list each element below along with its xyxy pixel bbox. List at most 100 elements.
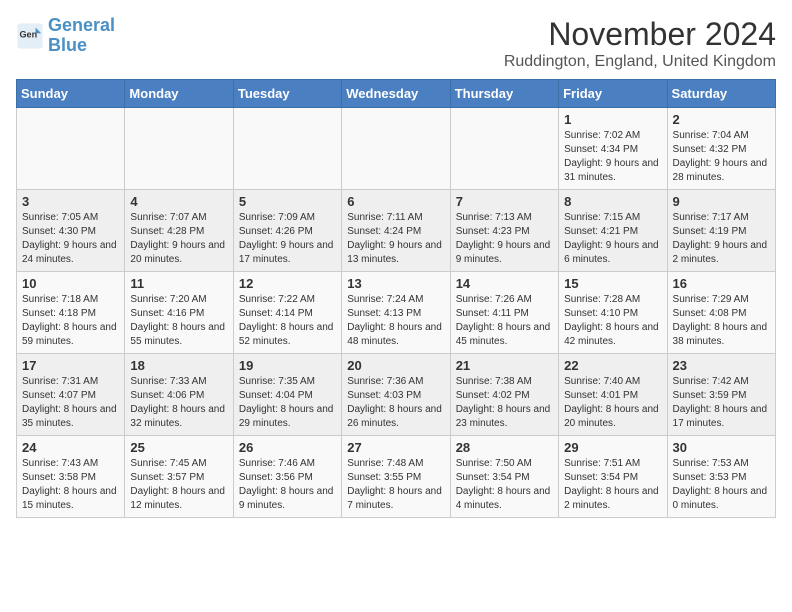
day-number: 8 xyxy=(564,194,661,209)
day-number: 21 xyxy=(456,358,553,373)
calendar-cell: 22Sunrise: 7:40 AM Sunset: 4:01 PM Dayli… xyxy=(559,354,667,436)
calendar-cell: 23 Sunrise: 7:42 AM Sunset: 3:59 PM Dayli… xyxy=(667,354,775,436)
day-number: 7 xyxy=(456,194,553,209)
cell-info: Sunrise: 7:13 AM Sunset: 4:23 PM Dayligh… xyxy=(456,211,553,267)
cell-info: Sunrise: 7:35 AM Sunset: 4:04 PM Dayligh… xyxy=(239,375,336,431)
calendar-cell: 6 Sunrise: 7:11 AM Sunset: 4:24 PM Daylig… xyxy=(342,190,450,272)
calendar-cell: 7 Sunrise: 7:13 AM Sunset: 4:23 PM Daylig… xyxy=(450,190,558,272)
cell-info: Sunrise: 7:48 AM Sunset: 3:55 PM Dayligh… xyxy=(347,457,444,513)
calendar-cell: 4 Sunrise: 7:07 AM Sunset: 4:28 PM Daylig… xyxy=(125,190,233,272)
day-number: 17 xyxy=(22,358,119,373)
calendar-cell: 17 Sunrise: 7:31 AM Sunset: 4:07 PM Dayli… xyxy=(17,354,125,436)
day-number: 25 xyxy=(130,440,227,455)
cell-info: Sunrise: 7:29 AM Sunset: 4:08 PM Dayligh… xyxy=(673,293,770,349)
calendar-header: SundayMondayTuesdayWednesdayThursdayFrid… xyxy=(17,80,776,108)
day-number: 11 xyxy=(130,276,227,291)
day-number: 12 xyxy=(239,276,336,291)
day-number: 26 xyxy=(239,440,336,455)
header-cell-sunday: Sunday xyxy=(17,80,125,108)
header-cell-monday: Monday xyxy=(125,80,233,108)
cell-info: Sunrise: 7:22 AM Sunset: 4:14 PM Dayligh… xyxy=(239,293,336,349)
cell-info: Sunrise: 7:17 AM Sunset: 4:19 PM Dayligh… xyxy=(673,211,770,267)
title-area: November 2024 Ruddington, England, Unite… xyxy=(504,16,776,71)
day-number: 16 xyxy=(673,276,770,291)
cell-info: Sunrise: 7:40 AM Sunset: 4:01 PM Dayligh… xyxy=(564,375,661,431)
calendar-cell: 14 Sunrise: 7:26 AM Sunset: 4:11 PM Dayli… xyxy=(450,272,558,354)
week-row-1: 1 Sunrise: 7:02 AM Sunset: 4:34 PM Daylig… xyxy=(17,108,776,190)
cell-info: Sunrise: 7:18 AM Sunset: 4:18 PM Dayligh… xyxy=(22,293,119,349)
cell-info: Sunrise: 7:04 AM Sunset: 4:32 PM Dayligh… xyxy=(673,129,770,185)
header-cell-tuesday: Tuesday xyxy=(233,80,341,108)
cell-info: Sunrise: 7:11 AM Sunset: 4:24 PM Dayligh… xyxy=(347,211,444,267)
cell-info: Sunrise: 7:07 AM Sunset: 4:28 PM Dayligh… xyxy=(130,211,227,267)
cell-info: Sunrise: 7:15 AM Sunset: 4:21 PM Dayligh… xyxy=(564,211,661,267)
day-number: 15 xyxy=(564,276,661,291)
header-row: SundayMondayTuesdayWednesdayThursdayFrid… xyxy=(17,80,776,108)
calendar-body: 1 Sunrise: 7:02 AM Sunset: 4:34 PM Daylig… xyxy=(17,108,776,518)
day-number: 29 xyxy=(564,440,661,455)
cell-info: Sunrise: 7:45 AM Sunset: 3:57 PM Dayligh… xyxy=(130,457,227,513)
header-cell-thursday: Thursday xyxy=(450,80,558,108)
header-cell-wednesday: Wednesday xyxy=(342,80,450,108)
logo-icon: Gen xyxy=(16,22,44,50)
day-number: 19 xyxy=(239,358,336,373)
cell-info: Sunrise: 7:28 AM Sunset: 4:10 PM Dayligh… xyxy=(564,293,661,349)
calendar-cell: 12 Sunrise: 7:22 AM Sunset: 4:14 PM Dayli… xyxy=(233,272,341,354)
cell-info: Sunrise: 7:38 AM Sunset: 4:02 PM Dayligh… xyxy=(456,375,553,431)
day-number: 18 xyxy=(130,358,227,373)
day-number: 30 xyxy=(673,440,770,455)
day-number: 9 xyxy=(673,194,770,209)
day-number: 14 xyxy=(456,276,553,291)
calendar-table: SundayMondayTuesdayWednesdayThursdayFrid… xyxy=(16,79,776,518)
location-title: Ruddington, England, United Kingdom xyxy=(504,53,776,71)
calendar-cell: 8 Sunrise: 7:15 AM Sunset: 4:21 PM Daylig… xyxy=(559,190,667,272)
logo-general: General xyxy=(48,15,115,35)
logo-text: General Blue xyxy=(48,16,115,56)
cell-info: Sunrise: 7:31 AM Sunset: 4:07 PM Dayligh… xyxy=(22,375,119,431)
logo-blue: Blue xyxy=(48,35,87,55)
calendar-cell: 26Sunrise: 7:46 AM Sunset: 3:56 PM Dayli… xyxy=(233,436,341,518)
cell-info: Sunrise: 7:51 AM Sunset: 3:54 PM Dayligh… xyxy=(564,457,661,513)
cell-info: Sunrise: 7:05 AM Sunset: 4:30 PM Dayligh… xyxy=(22,211,119,267)
day-number: 23 xyxy=(673,358,770,373)
day-number: 27 xyxy=(347,440,444,455)
day-number: 5 xyxy=(239,194,336,209)
day-number: 13 xyxy=(347,276,444,291)
calendar-cell: 25 Sunrise: 7:45 AM Sunset: 3:57 PM Dayli… xyxy=(125,436,233,518)
week-row-4: 17 Sunrise: 7:31 AM Sunset: 4:07 PM Dayli… xyxy=(17,354,776,436)
calendar-cell xyxy=(125,108,233,190)
calendar-cell: 18 Sunrise: 7:33 AM Sunset: 4:06 PM Dayli… xyxy=(125,354,233,436)
calendar-cell: 30Sunrise: 7:53 AM Sunset: 3:53 PM Dayli… xyxy=(667,436,775,518)
day-number: 2 xyxy=(673,112,770,127)
day-number: 6 xyxy=(347,194,444,209)
day-number: 10 xyxy=(22,276,119,291)
calendar-cell xyxy=(342,108,450,190)
day-number: 3 xyxy=(22,194,119,209)
cell-info: Sunrise: 7:36 AM Sunset: 4:03 PM Dayligh… xyxy=(347,375,444,431)
day-number: 20 xyxy=(347,358,444,373)
cell-info: Sunrise: 7:50 AM Sunset: 3:54 PM Dayligh… xyxy=(456,457,553,513)
cell-info: Sunrise: 7:24 AM Sunset: 4:13 PM Dayligh… xyxy=(347,293,444,349)
cell-info: Sunrise: 7:26 AM Sunset: 4:11 PM Dayligh… xyxy=(456,293,553,349)
day-number: 1 xyxy=(564,112,661,127)
calendar-cell: 13 Sunrise: 7:24 AM Sunset: 4:13 PM Dayli… xyxy=(342,272,450,354)
calendar-cell: 9 Sunrise: 7:17 AM Sunset: 4:19 PM Daylig… xyxy=(667,190,775,272)
calendar-cell xyxy=(17,108,125,190)
calendar-cell: 19 Sunrise: 7:35 AM Sunset: 4:04 PM Dayli… xyxy=(233,354,341,436)
cell-info: Sunrise: 7:33 AM Sunset: 4:06 PM Dayligh… xyxy=(130,375,227,431)
calendar-cell: 24Sunrise: 7:43 AM Sunset: 3:58 PM Dayli… xyxy=(17,436,125,518)
cell-info: Sunrise: 7:42 AM Sunset: 3:59 PM Dayligh… xyxy=(673,375,770,431)
day-number: 4 xyxy=(130,194,227,209)
cell-info: Sunrise: 7:09 AM Sunset: 4:26 PM Dayligh… xyxy=(239,211,336,267)
cell-info: Sunrise: 7:43 AM Sunset: 3:58 PM Dayligh… xyxy=(22,457,119,513)
calendar-cell: 11Sunrise: 7:20 AM Sunset: 4:16 PM Dayli… xyxy=(125,272,233,354)
calendar-cell: 5 Sunrise: 7:09 AM Sunset: 4:26 PM Daylig… xyxy=(233,190,341,272)
calendar-cell: 1 Sunrise: 7:02 AM Sunset: 4:34 PM Daylig… xyxy=(559,108,667,190)
header-cell-friday: Friday xyxy=(559,80,667,108)
header: Gen General Blue November 2024 Ruddingto… xyxy=(16,16,776,71)
week-row-5: 24Sunrise: 7:43 AM Sunset: 3:58 PM Dayli… xyxy=(17,436,776,518)
calendar-cell: 28 Sunrise: 7:50 AM Sunset: 3:54 PM Dayli… xyxy=(450,436,558,518)
cell-info: Sunrise: 7:02 AM Sunset: 4:34 PM Dayligh… xyxy=(564,129,661,185)
day-number: 28 xyxy=(456,440,553,455)
calendar-cell: 29 Sunrise: 7:51 AM Sunset: 3:54 PM Dayli… xyxy=(559,436,667,518)
